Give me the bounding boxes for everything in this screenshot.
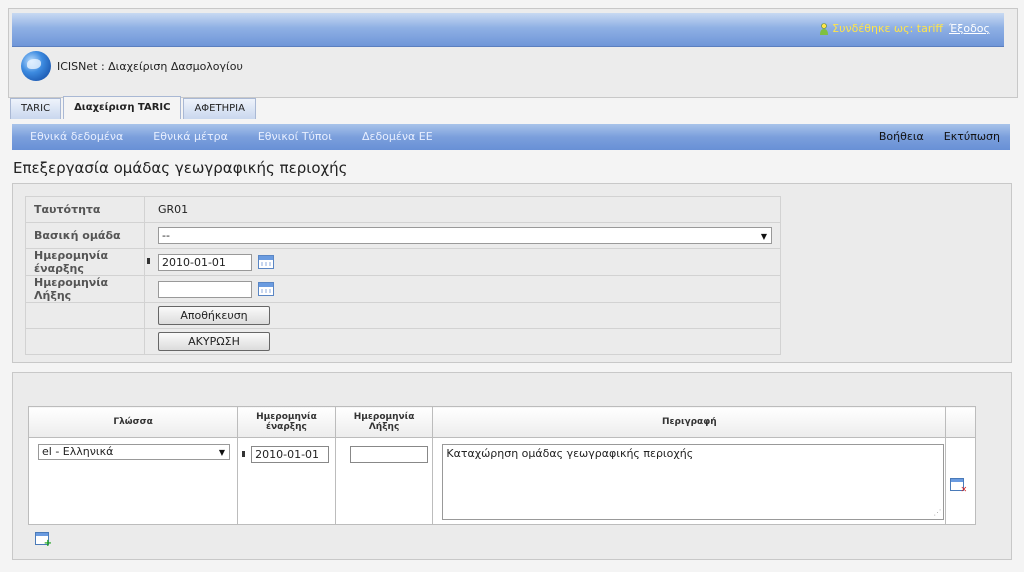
col-language: Γλώσσα <box>27 406 239 438</box>
required-marker <box>147 258 150 264</box>
globe-logo <box>21 51 51 81</box>
add-row-icon[interactable] <box>35 532 52 549</box>
nav-help[interactable]: Βοήθεια <box>879 130 924 143</box>
language-select[interactable]: el - Ελληνικά <box>38 444 230 460</box>
delete-row-icon[interactable] <box>950 478 967 494</box>
tab-taric-management[interactable]: Διαχείριση TARIC <box>63 96 182 119</box>
row-start-date-input[interactable]: 2010-01-01 <box>251 446 330 463</box>
nav-print[interactable]: Εκτύπωση <box>944 130 1000 143</box>
end-date-label: Ημερομηνία Λήξης <box>25 275 145 303</box>
base-group-value: -- <box>162 229 170 242</box>
resize-grip-icon[interactable]: ⋰ <box>933 508 941 517</box>
row-end-date-input[interactable] <box>349 446 428 463</box>
tab-afetiria[interactable]: ΑΦΕΤΗΡΙΑ <box>183 98 256 119</box>
description-textarea[interactable]: Καταχώρηση ομάδας γεωγραφικής περιοχής ⋰ <box>442 444 945 520</box>
calendar-icon[interactable] <box>257 282 274 296</box>
user-icon <box>820 22 829 35</box>
logout-link[interactable]: Έξοδος <box>949 22 990 35</box>
calendar-icon[interactable] <box>257 255 274 269</box>
page-title: Επεξεργασία ομάδας γεωγραφικής περιοχής <box>13 159 348 177</box>
app-title: ICISNet : Διαχείριση Δασμολογίου <box>57 59 243 73</box>
description-text: Καταχώρηση ομάδας γεωγραφικής περιοχής <box>446 447 694 460</box>
language-value: el - Ελληνικά <box>42 445 114 458</box>
languages-table: Γλώσσα Ημερομηνία έναρξης Ημερομηνία Λήξ… <box>27 406 976 525</box>
top-bar: Συνδέθηκε ως: tariff Έξοδος <box>12 13 1004 47</box>
start-date-input[interactable]: 2010-01-01 <box>158 253 252 271</box>
nav-eu-data[interactable]: Δεδομένα ΕΕ <box>362 130 433 143</box>
id-label: Ταυτότητα <box>25 196 145 223</box>
col-description: Περιγραφή <box>432 406 947 438</box>
brand: ICISNet : Διαχείριση Δασμολογίου <box>21 51 243 81</box>
id-value: GR01 <box>144 196 781 223</box>
tab-taric[interactable]: TARIC <box>10 98 62 119</box>
col-start-date: Ημερομηνία έναρξης <box>237 406 336 438</box>
required-marker <box>242 451 246 457</box>
save-button[interactable]: Αποθήκευση <box>158 306 270 325</box>
base-group-select[interactable]: -- <box>158 227 772 244</box>
login-label: Συνδέθηκε ως: tariff <box>832 22 943 35</box>
end-date-input[interactable] <box>158 280 252 298</box>
start-date-label: Ημερομηνία έναρξης <box>25 248 145 276</box>
nav-national-data[interactable]: Εθνικά δεδομένα <box>30 130 123 143</box>
col-end-date: Ημερομηνία Λήξης <box>334 406 434 438</box>
table-row: el - Ελληνικά 2010-01-01 Καταχώρηση ομάδ… <box>27 437 976 525</box>
tab-bar: TARIC Διαχείριση TARIC ΑΦΕΤΗΡΙΑ <box>10 96 256 119</box>
nav-national-types[interactable]: Εθνικοί Τύποι <box>258 130 332 143</box>
base-group-label: Βασική ομάδα <box>25 222 145 249</box>
login-info: Συνδέθηκε ως: tariff Έξοδος <box>819 22 990 35</box>
nav-national-measures[interactable]: Εθνικά μέτρα <box>153 130 228 143</box>
nav-bar: Εθνικά δεδομένα Εθνικά μέτρα Εθνικοί Τύπ… <box>12 124 1010 150</box>
edit-form: Ταυτότητα GR01 Βασική ομάδα -- Ημερομηνί… <box>25 196 781 355</box>
cancel-button[interactable]: ΑΚΥΡΩΣΗ <box>158 332 270 351</box>
